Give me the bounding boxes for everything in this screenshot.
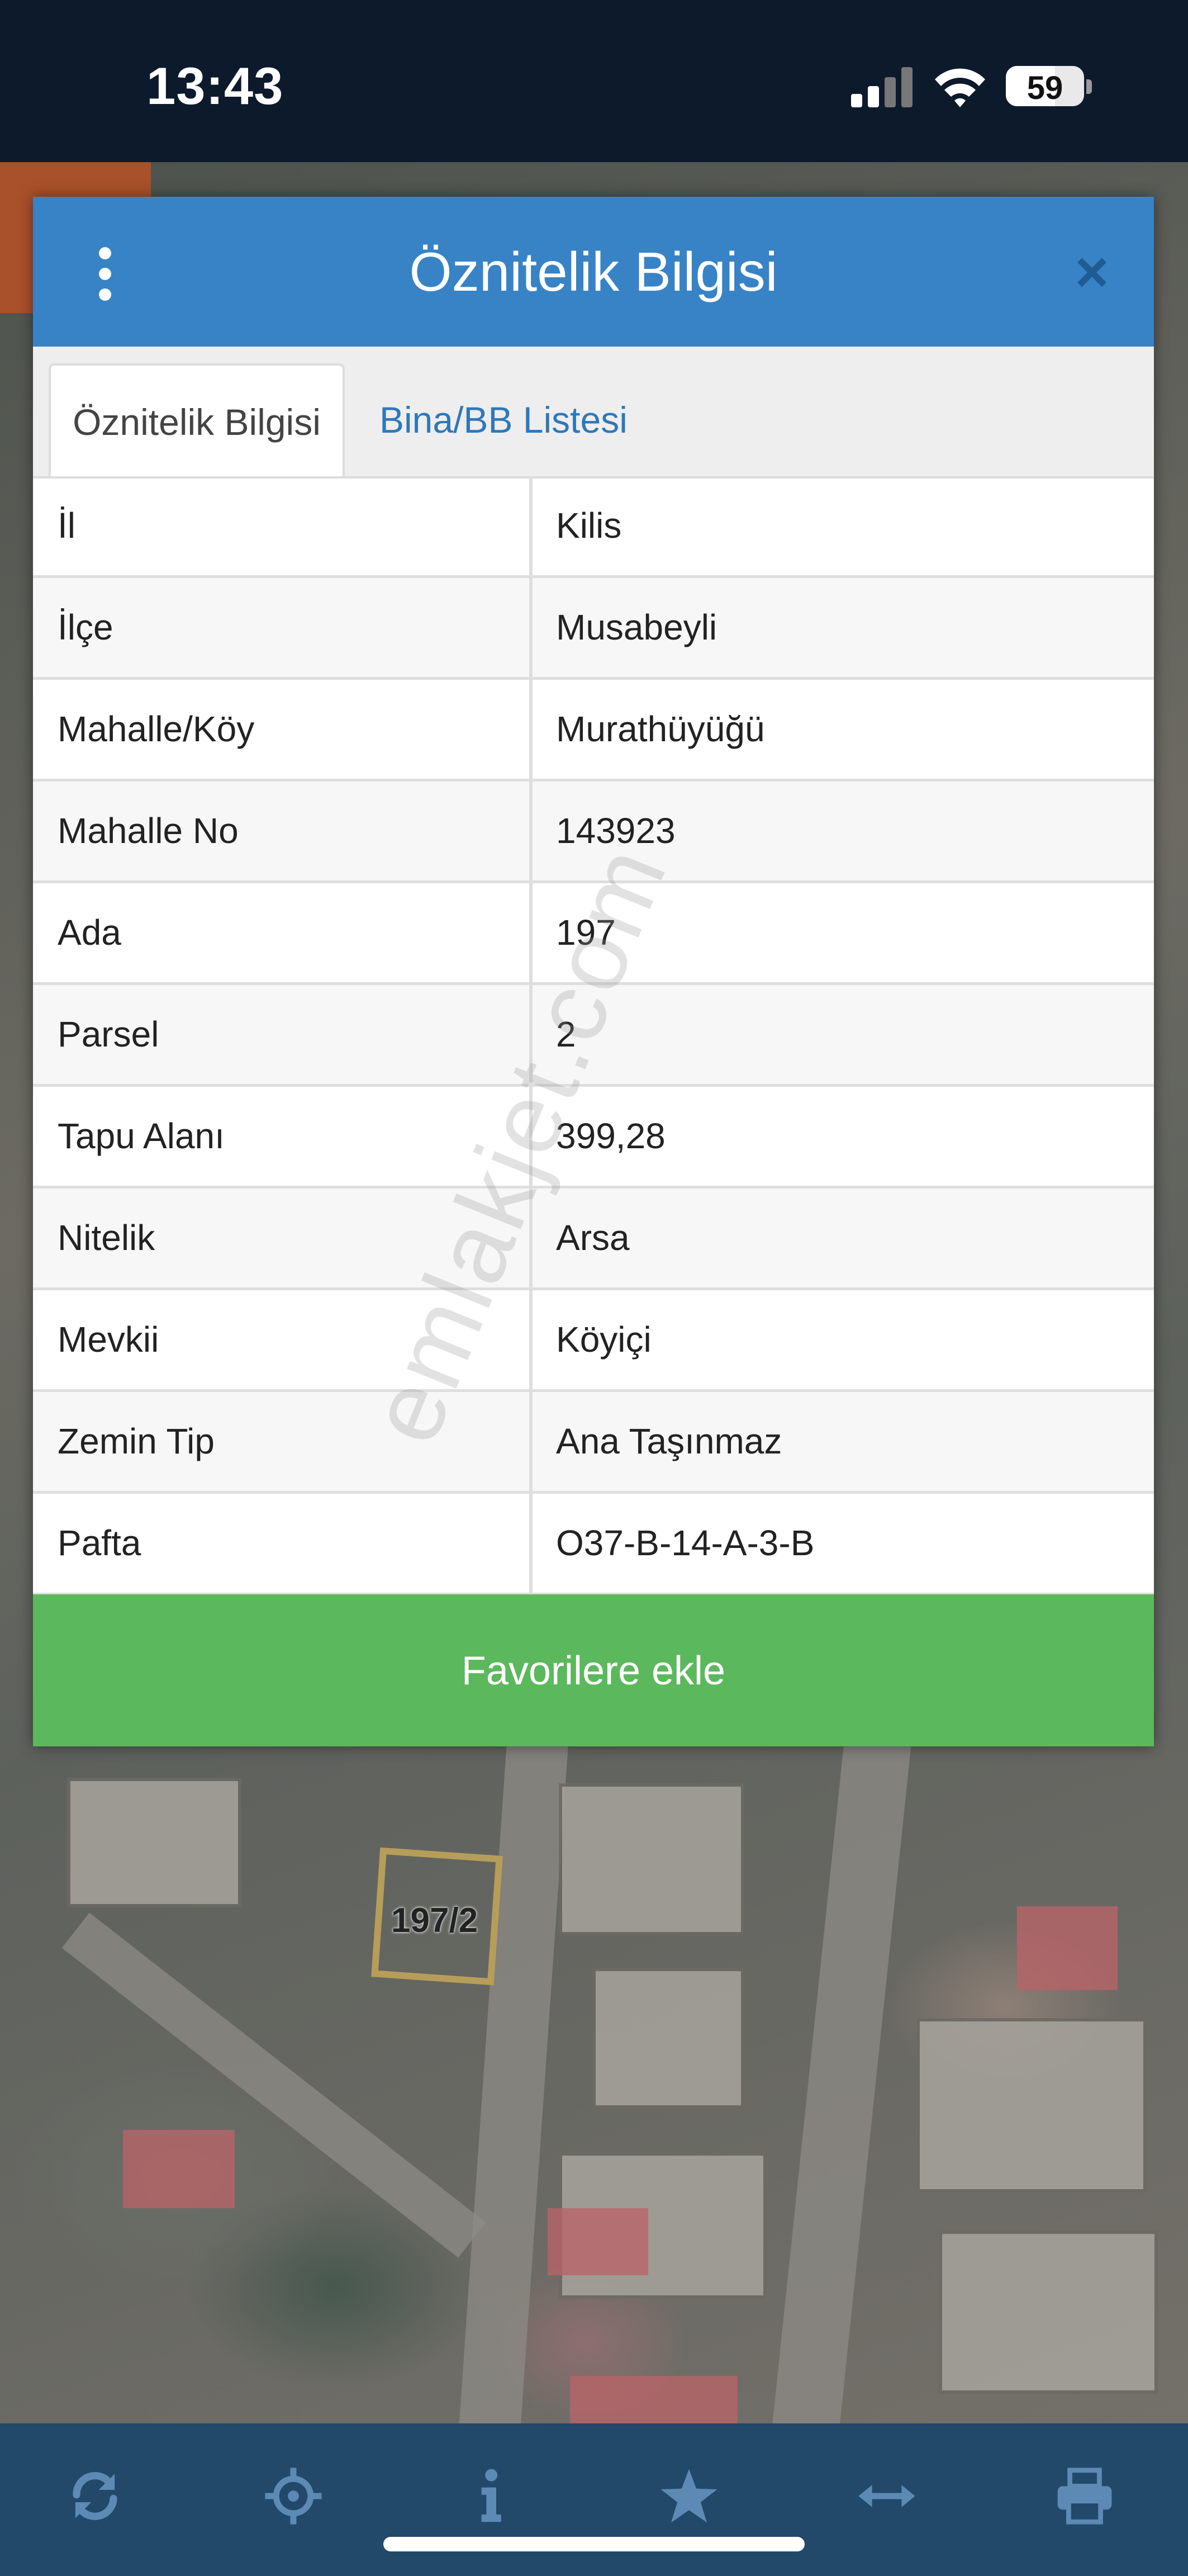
battery-nub bbox=[1086, 79, 1092, 94]
info-icon[interactable] bbox=[459, 2465, 521, 2527]
attribute-info-modal: Öznitelik Bilgisi × Öznitelik Bilgisi Bi… bbox=[33, 197, 1154, 1746]
row-value: Musabeyli bbox=[556, 607, 717, 647]
cellular-signal-icon bbox=[851, 67, 913, 107]
home-indicator bbox=[383, 2537, 805, 2551]
table-row: Pafta O37-B-14-A-3-B bbox=[33, 1494, 1154, 1595]
row-value: Ana Taşınmaz bbox=[556, 1421, 782, 1461]
status-time: 13:43 bbox=[146, 56, 284, 115]
print-icon[interactable] bbox=[1054, 2465, 1115, 2527]
table-row: Zemin Tip Ana Taşınmaz bbox=[33, 1392, 1154, 1494]
measure-icon[interactable] bbox=[856, 2465, 918, 2527]
locate-icon[interactable] bbox=[263, 2465, 324, 2527]
star-icon[interactable] bbox=[658, 2465, 720, 2527]
battery-level: 59 bbox=[1027, 70, 1063, 106]
row-value: Murathüyüğü bbox=[556, 709, 765, 749]
row-label: İlçe bbox=[58, 607, 113, 647]
row-value: O37-B-14-A-3-B bbox=[556, 1523, 815, 1563]
row-label: Zemin Tip bbox=[58, 1421, 215, 1461]
row-label: Mahalle No bbox=[58, 811, 239, 851]
row-label: Mahalle/Köy bbox=[58, 709, 255, 749]
battery-icon: 59 bbox=[1006, 66, 1084, 106]
table-row: İlçe Musabeyli bbox=[33, 578, 1154, 680]
row-value: Arsa bbox=[556, 1218, 630, 1258]
row-label: İl bbox=[58, 505, 75, 546]
parcel-label: 197/2 bbox=[391, 1901, 478, 1940]
row-value: Kilis bbox=[556, 505, 622, 546]
row-label: Nitelik bbox=[58, 1218, 155, 1258]
table-row: Mahalle/Köy Murathüyüğü bbox=[33, 680, 1154, 782]
modal-header: Öznitelik Bilgisi × bbox=[33, 197, 1154, 347]
row-label: Mevkii bbox=[58, 1319, 159, 1360]
table-row: İl Kilis bbox=[33, 476, 1154, 578]
row-label: Parsel bbox=[58, 1014, 159, 1054]
tab-building-list[interactable]: Bina/BB Listesi bbox=[379, 363, 692, 476]
table-row: Mevkii Köyiçi bbox=[33, 1290, 1154, 1392]
close-icon[interactable]: × bbox=[1067, 243, 1117, 301]
tab-bar: Öznitelik Bilgisi Bina/BB Listesi bbox=[33, 347, 1154, 479]
add-to-favorites-button[interactable]: Favorilere ekle bbox=[33, 1594, 1154, 1746]
row-label: Pafta bbox=[58, 1523, 141, 1563]
row-label: Ada bbox=[58, 912, 121, 953]
bottom-toolbar bbox=[0, 2423, 1188, 2576]
modal-title: Öznitelik Bilgisi bbox=[409, 241, 778, 302]
wifi-icon bbox=[935, 68, 985, 107]
tab-attribute-info[interactable]: Öznitelik Bilgisi bbox=[49, 363, 345, 476]
row-label: Tapu Alanı bbox=[58, 1116, 225, 1156]
refresh-icon[interactable] bbox=[64, 2465, 126, 2527]
table-row: Nitelik Arsa bbox=[33, 1188, 1154, 1290]
status-bar: 13:43 59 bbox=[0, 0, 1188, 162]
row-value: Köyiçi bbox=[556, 1319, 652, 1360]
